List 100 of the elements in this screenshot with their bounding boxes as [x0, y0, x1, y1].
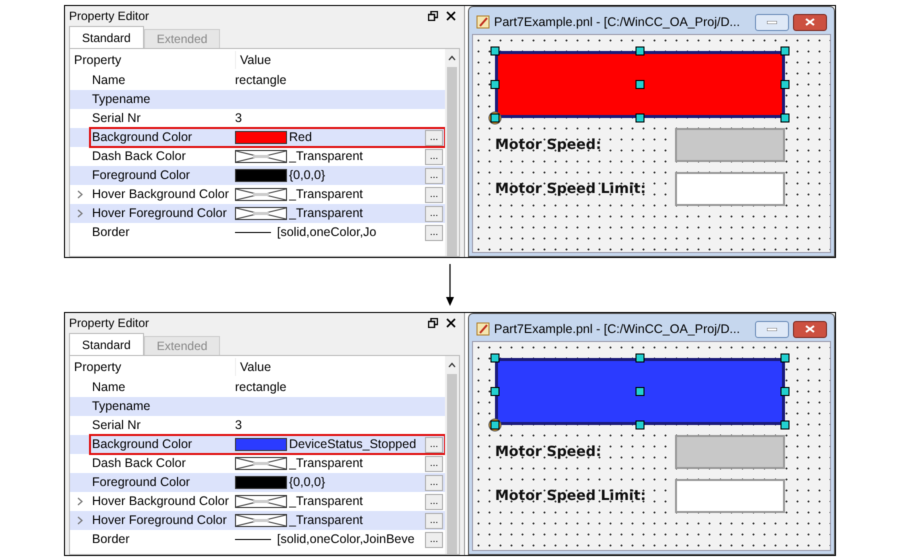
- ellipsis-button[interactable]: ...: [425, 168, 443, 184]
- transparent-swatch-icon: [235, 207, 287, 220]
- close-button[interactable]: [793, 14, 827, 30]
- selection-handles-drawing[interactable]: [489, 352, 791, 431]
- property-name: Dash Back Color: [91, 455, 187, 472]
- scrollbar[interactable]: [445, 49, 459, 256]
- property-value: _Transparent: [289, 186, 364, 204]
- selection-handles-drawing[interactable]: [489, 45, 791, 124]
- property-name: Foreground Color: [91, 474, 191, 492]
- property-name: Serial Nr: [91, 417, 142, 434]
- property-row[interactable]: Dash Back Color _Transparent ...: [90, 454, 445, 473]
- minimize-icon: [767, 20, 777, 24]
- property-name: Typename: [91, 91, 152, 108]
- property-value: Red: [289, 129, 313, 146]
- ellipsis-button[interactable]: ...: [425, 224, 443, 240]
- property-value: {0,0,0}: [289, 167, 326, 184]
- close-icon: [805, 325, 815, 333]
- property-name: Hover Foreground Color: [91, 205, 228, 222]
- property-value: rectangle: [235, 379, 288, 396]
- column-header: Property: [73, 52, 122, 69]
- chevron-right-icon[interactable]: [77, 497, 83, 506]
- ellipsis-button[interactable]: ...: [425, 494, 443, 510]
- window-title: Part7Example.pnl - [C:/WinCC_OA_Proj/D...: [494, 320, 741, 338]
- float-icon[interactable]: [428, 318, 438, 328]
- column-header: Property: [73, 358, 122, 376]
- property-name: Name: [91, 379, 126, 396]
- property-name: Typename: [91, 398, 152, 416]
- property-row[interactable]: Dash Back Color _Transparent ...: [90, 147, 445, 166]
- float-icon[interactable]: [428, 11, 438, 21]
- close-button[interactable]: [793, 320, 827, 338]
- property-name: Hover Foreground Color: [91, 512, 228, 530]
- property-value: _Transparent: [289, 493, 364, 510]
- property-row[interactable]: Border [solid,oneColor,Jo ...: [90, 223, 445, 242]
- ellipsis-button[interactable]: ...: [425, 436, 443, 452]
- property-name: Dash Back Color: [91, 148, 187, 166]
- property-row[interactable]: Border [solid,oneColor,JoinBeve ...: [90, 530, 445, 549]
- property-name: Border: [91, 531, 131, 548]
- window-title: Part7Example.pnl - [C:/WinCC_OA_Proj/D...: [494, 14, 741, 31]
- close-icon[interactable]: [446, 11, 456, 21]
- property-row[interactable]: Hover Background Color _Transparent ...: [90, 185, 445, 204]
- field-label: Motor Speed Limit:: [495, 180, 646, 198]
- property-value: DeviceStatus_Stopped: [289, 436, 418, 454]
- line-style-icon: [235, 231, 271, 234]
- caret-up-icon[interactable]: [448, 55, 456, 61]
- input-field[interactable]: [675, 479, 785, 513]
- tab[interactable]: Standard: [69, 26, 144, 48]
- transparent-swatch-icon: [235, 514, 287, 527]
- ellipsis-button[interactable]: ...: [425, 206, 443, 222]
- transparent-swatch-icon: [235, 495, 287, 508]
- property-value: _Transparent: [289, 512, 364, 530]
- chevron-right-icon[interactable]: [77, 190, 83, 199]
- ellipsis-button[interactable]: ...: [425, 130, 443, 146]
- property-name: Foreground Color: [91, 167, 191, 184]
- ellipsis-button[interactable]: ...: [425, 474, 443, 490]
- ellipsis-button[interactable]: ...: [425, 148, 443, 164]
- transparent-swatch-icon: [235, 188, 287, 201]
- ellipsis-button[interactable]: ...: [425, 456, 443, 472]
- input-field[interactable]: [675, 172, 785, 206]
- minimize-button[interactable]: [755, 320, 789, 338]
- transparent-swatch-icon: [235, 150, 287, 163]
- close-icon: [805, 18, 815, 26]
- panel-title: Property Editor: [69, 315, 150, 332]
- property-name: Background Color: [91, 436, 194, 454]
- chevron-right-icon[interactable]: [77, 209, 83, 218]
- property-name: Serial Nr: [91, 110, 142, 128]
- pencil-document-icon: [476, 15, 490, 29]
- rectangle-shape[interactable]: [495, 51, 785, 118]
- field-label: Motor Speed Limit:: [495, 486, 646, 506]
- property-row[interactable]: Serial Nr 3: [90, 109, 445, 128]
- field-label: Motor Speed:: [495, 136, 602, 154]
- close-icon[interactable]: [446, 318, 456, 328]
- property-name: Hover Background Color: [91, 493, 230, 510]
- field-label: Motor Speed:: [495, 442, 602, 462]
- property-name: Hover Background Color: [91, 186, 230, 204]
- chevron-right-icon[interactable]: [77, 516, 83, 525]
- column-header: Value: [235, 50, 272, 70]
- property-value: [solid,oneColor,Jo: [277, 224, 378, 242]
- transparent-swatch-icon: [235, 457, 287, 470]
- caret-up-icon[interactable]: [448, 362, 456, 368]
- property-row[interactable]: Serial Nr 3: [90, 416, 445, 435]
- property-value: [solid,oneColor,JoinBeve: [277, 531, 416, 548]
- pencil-document-icon: [476, 322, 490, 336]
- down-arrow-icon: [445, 264, 455, 306]
- property-row[interactable]: Hover Background Color _Transparent ...: [90, 492, 445, 511]
- property-name: Name: [91, 72, 126, 90]
- minimize-button[interactable]: [755, 14, 789, 30]
- property-value: 3: [235, 110, 243, 128]
- property-row[interactable]: Name rectangle: [90, 71, 445, 90]
- property-name: Background Color: [91, 129, 194, 146]
- ellipsis-button[interactable]: ...: [425, 532, 443, 548]
- scrollbar[interactable]: [445, 356, 459, 554]
- property-value: {0,0,0}: [289, 474, 326, 492]
- ellipsis-button[interactable]: ...: [425, 512, 443, 528]
- panel-title: Property Editor: [69, 8, 150, 25]
- property-value: _Transparent: [289, 148, 364, 166]
- property-value: 3: [235, 417, 243, 434]
- tab[interactable]: Standard: [69, 333, 144, 355]
- ellipsis-button[interactable]: ...: [425, 186, 443, 202]
- property-row[interactable]: Name rectangle: [90, 378, 445, 397]
- column-header: Value: [235, 358, 272, 376]
